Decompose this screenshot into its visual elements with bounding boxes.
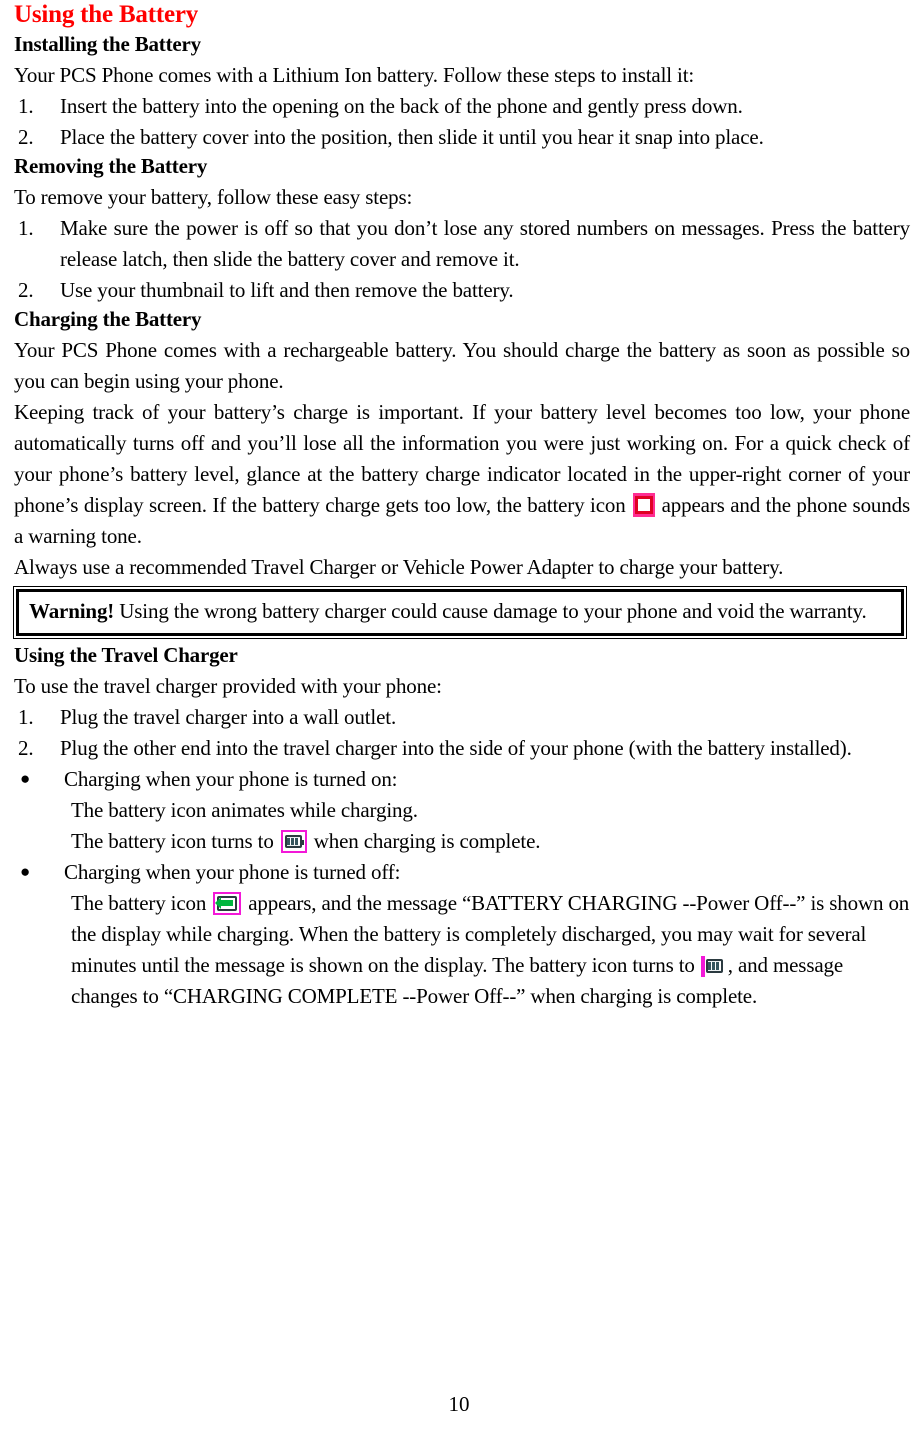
page-number: 10 (448, 1392, 470, 1416)
phone-off-paragraph: The battery icon appears, and the message… (14, 888, 910, 1012)
page-title: Using the Battery (14, 1, 199, 28)
removing-steps: 1. Make sure the power is off so that you… (14, 213, 910, 306)
list-item-text: Use your thumbnail to lift and then remo… (60, 278, 514, 302)
installing-intro: Your PCS Phone comes with a Lithium Ion … (14, 63, 695, 87)
warning-text-line: Warning! Using the wrong battery charger… (29, 596, 891, 627)
bullet-icon: ● (20, 862, 31, 881)
section-heading-travel-charger: Using the Travel Charger (14, 643, 238, 667)
section-heading-charging: Charging the Battery (14, 307, 202, 331)
warning-label: Warning! (29, 599, 115, 623)
section-heading-installing: Installing the Battery (14, 32, 201, 56)
list-item-number: 1. (18, 216, 34, 240)
travel-charger-steps: 1. Plug the travel charger into a wall ou… (14, 702, 910, 764)
battery-full-icon (280, 830, 307, 853)
phone-on-line-1: The battery icon animates while charging… (71, 798, 418, 822)
list-item-text: Make sure the power is off so that you d… (60, 216, 910, 271)
charging-paragraph-2: Keeping track of your battery’s charge i… (14, 397, 910, 552)
list-item-number: 2. (18, 125, 34, 149)
removing-intro: To remove your battery, follow these eas… (14, 185, 413, 209)
list-item: ● Charging when your phone is turned on: (14, 764, 910, 795)
list-item-text: Charging when your phone is turned on: (64, 767, 398, 791)
list-item: 2. Plug the other end into the travel cha… (14, 733, 910, 764)
list-item: 1. Make sure the power is off so that you… (14, 213, 910, 275)
list-item: ● Charging when your phone is turned off: (14, 857, 910, 888)
charging-paragraph-1: Your PCS Phone comes with a rechargeable… (14, 338, 910, 393)
document-page: Using the Battery Installing the Battery… (0, 0, 918, 1430)
list-item-text: Insert the battery into the opening on t… (60, 94, 743, 118)
phone-on-line-2: The battery icon turns to when charging i… (14, 826, 910, 857)
list-item: 2. Use your thumbnail to lift and then re… (14, 275, 910, 306)
installing-steps: 1. Insert the battery into the opening on… (14, 91, 910, 153)
battery-charging-icon (213, 892, 242, 915)
list-item-text: Plug the travel charger into a wall outl… (60, 705, 397, 729)
list-item-number: 2. (18, 736, 34, 760)
charging-modes-list-off: ● Charging when your phone is turned off: (14, 857, 910, 888)
list-item-text: Plug the other end into the travel charg… (60, 736, 852, 760)
list-item-text: Place the battery cover into the positio… (60, 125, 764, 149)
charging-modes-list: ● Charging when your phone is turned on: (14, 764, 910, 795)
section-heading-removing: Removing the Battery (14, 154, 208, 178)
list-item: 2. Place the battery cover into the posit… (14, 122, 910, 153)
phone-on-line-2-before: The battery icon turns to (71, 829, 274, 853)
charging-paragraph-3: Always use a recommended Travel Charger … (14, 555, 784, 579)
list-item-number: 1. (18, 94, 34, 118)
phone-on-line-2-after: when charging is complete. (313, 829, 541, 853)
warning-body: Using the wrong battery charger could ca… (119, 599, 867, 623)
list-item: 1. Insert the battery into the opening on… (14, 91, 910, 122)
list-item-number: 1. (18, 705, 34, 729)
list-item-number: 2. (18, 278, 34, 302)
phone-off-before-icon-1: The battery icon (71, 891, 207, 915)
battery-empty-icon (632, 493, 655, 517)
bullet-icon: ● (20, 769, 31, 788)
warning-box: Warning! Using the wrong battery charger… (13, 586, 907, 639)
travel-charger-intro: To use the travel charger provided with … (14, 674, 442, 698)
list-item: 1. Plug the travel charger into a wall ou… (14, 702, 910, 733)
list-item-text: Charging when your phone is turned off: (64, 860, 401, 884)
battery-full-small-icon (700, 956, 726, 977)
phone-off-before-icon-2: to (678, 953, 695, 977)
